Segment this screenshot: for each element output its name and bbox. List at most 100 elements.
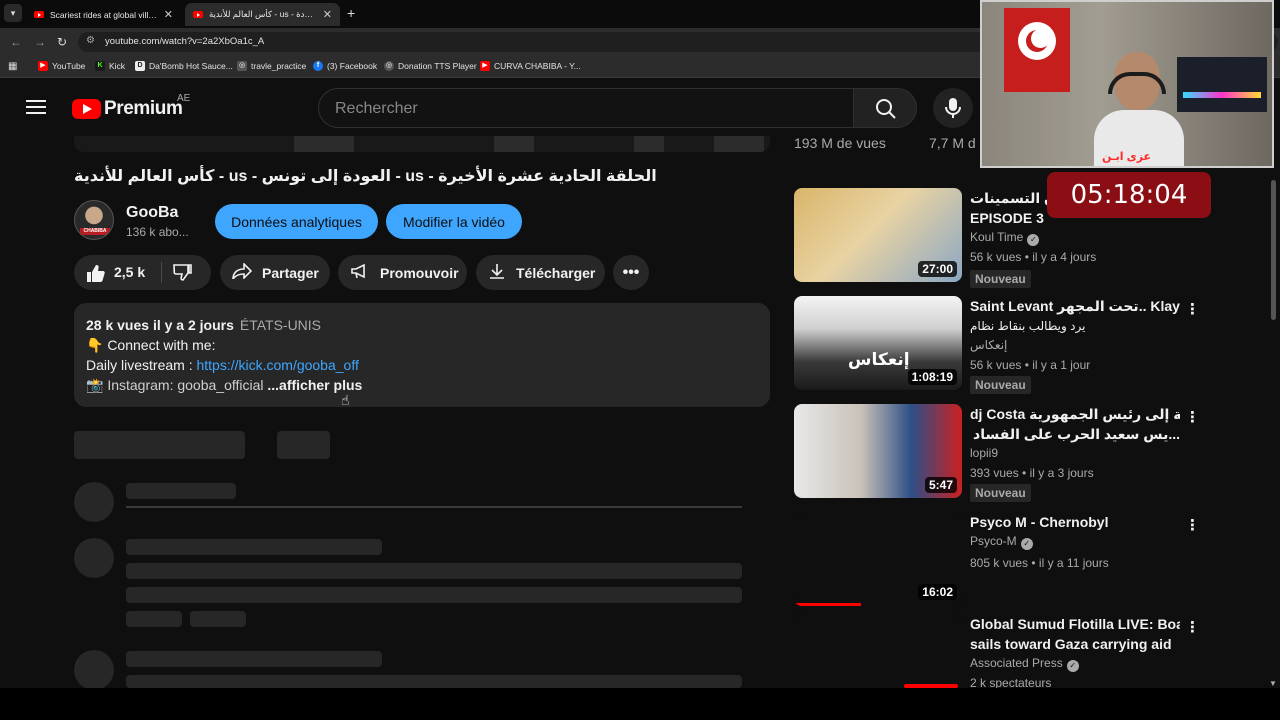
video-title: Saint Levant تحت المجهر.. Klay bbj: [970, 298, 1180, 314]
video-thumbnail[interactable]: 16:02: [794, 512, 962, 606]
search-placeholder: Rechercher: [335, 100, 418, 117]
recommended-video[interactable]: 16:02 Psyco M - Chernobyl Psyco-M ✓ 805 k…: [794, 512, 1200, 612]
youtube-icon: ▶: [38, 61, 48, 71]
new-tab-button[interactable]: +: [347, 5, 355, 21]
rgb-monitor: [1177, 57, 1267, 112]
close-tab-icon[interactable]: ✕: [323, 8, 332, 21]
page-scrollbar[interactable]: ▼: [1268, 180, 1278, 688]
scrollbar-thumb[interactable]: [1271, 180, 1276, 320]
recommended-video[interactable]: إنعكاس 1:08:19 Saint Levant تحت المجهر..…: [794, 296, 1200, 396]
channel-name[interactable]: Koul Time: [970, 230, 1023, 244]
bookmark-label: Kick: [109, 61, 126, 71]
browser-tab[interactable]: Scariest rides at global village - ✕: [26, 3, 181, 26]
video-stats: 805 k vues • il y a 11 jours: [970, 556, 1109, 570]
avatar-tag-text: CHABIBA: [80, 228, 110, 235]
youtube-play-icon: [72, 99, 101, 119]
youtube-favicon-icon: [193, 11, 203, 18]
bottom-black-bar: [0, 688, 1280, 720]
recommended-video[interactable]: 5:47 dj Costa يوجه رسالة إلى رئيس الجمهو…: [794, 404, 1200, 504]
dislike-button[interactable]: [172, 263, 192, 286]
bookmark-kick[interactable]: K Kick: [95, 61, 125, 71]
channel-name[interactable]: Psyco-M: [970, 534, 1017, 548]
download-icon: [488, 263, 506, 283]
previous-video-views: 7,7 M d: [929, 135, 976, 151]
search-button[interactable]: [853, 88, 917, 128]
bookmark-donation[interactable]: ◎ Donation TTS Player: [384, 61, 477, 71]
video-stats: 56 k vues • il y a 1 jour: [970, 358, 1091, 372]
more-vertical-icon[interactable]: ⋮: [1185, 618, 1200, 636]
region-code: AE: [177, 93, 191, 104]
video-thumbnail[interactable]: 27:00: [794, 188, 962, 282]
tab-search-button[interactable]: ▾: [4, 4, 22, 22]
forward-arrow-icon[interactable]: →: [34, 35, 46, 49]
bookmark-travle[interactable]: ◎ travle_practice: [237, 61, 306, 71]
bookmark-dabomb[interactable]: D Da'Bomb Hot Sauce...: [135, 61, 233, 71]
bookmark-youtube[interactable]: ▶ YouTube: [38, 61, 85, 71]
verified-icon: ✓: [1020, 538, 1033, 550]
voice-search-button[interactable]: [933, 88, 973, 128]
share-button[interactable]: Partager: [220, 255, 330, 290]
more-vertical-icon[interactable]: ⋮: [1185, 408, 1200, 426]
show-more-button[interactable]: ...afficher plus: [267, 377, 362, 393]
new-badge: Nouveau: [970, 270, 1031, 288]
webcam-caption: عزى ابـ‍ن: [1102, 151, 1152, 163]
skeleton-avatar: [74, 482, 114, 522]
description-line: Daily livestream : https://kick.com/goob…: [86, 357, 359, 373]
channel-name[interactable]: GooBa: [126, 204, 178, 222]
video-thumbnail[interactable]: إنعكاس 1:08:19: [794, 296, 962, 390]
video-title: الحلقة الحادية عشرة الأخيرة - us - العود…: [74, 168, 657, 185]
instagram-label: 📸 Instagram: gooba_official: [86, 377, 268, 393]
download-button[interactable]: Télécharger: [476, 255, 605, 290]
back-arrow-icon[interactable]: ←: [10, 35, 22, 49]
video-thumbnail[interactable]: 5:47: [794, 404, 962, 498]
video-title: ...يس سعيد الحرب على الفساد تبدأ بحماية …: [970, 426, 1180, 442]
promote-label: Promouvoir: [380, 264, 459, 281]
channel-avatar[interactable]: CHABIBA: [74, 200, 114, 240]
channel-name[interactable]: إنعكاس: [970, 338, 1180, 352]
tunisia-flag: [1004, 8, 1070, 92]
close-tab-icon[interactable]: ✕: [164, 8, 173, 21]
page-icon: D: [135, 61, 145, 71]
promote-button[interactable]: Promouvoir: [338, 255, 467, 290]
apps-grid-icon[interactable]: ▦: [8, 61, 17, 72]
globe-icon: ◎: [237, 61, 247, 71]
tab-title: Scariest rides at global village -: [50, 9, 158, 20]
country-tag[interactable]: ÉTATS-UNIS: [240, 317, 321, 333]
bookmark-label: YouTube: [52, 61, 86, 71]
download-label: Télécharger: [516, 264, 596, 281]
browser-tab-active[interactable]: كأس العالم للأندية - us - العودة || ✕: [185, 3, 340, 26]
stream-timer: 05:18:04: [1047, 172, 1211, 218]
description-box[interactable]: 28 k vues il y a 2 jours ÉTATS-UNIS 👇 Con…: [74, 303, 770, 407]
video-info: Psyco M - Chernobyl Psyco-M ✓ 805 k vues …: [970, 512, 1180, 570]
menu-icon[interactable]: [26, 100, 46, 114]
skeleton-placeholder: [74, 431, 245, 459]
video-info: Global Sumud Flotilla LIVE: Boat sails t…: [970, 614, 1180, 690]
webcam-overlay: عزى ابـ‍ن: [980, 0, 1274, 168]
site-info-icon[interactable]: ⚙: [86, 35, 95, 46]
bookmark-facebook[interactable]: f (3) Facebook: [313, 61, 377, 71]
bookmark-label: CURVA CHABIBA - Y...: [494, 61, 581, 71]
share-label: Partager: [262, 264, 319, 281]
search-input[interactable]: Rechercher: [318, 88, 854, 128]
more-actions-button[interactable]: •••: [613, 255, 649, 290]
kick-link[interactable]: https://kick.com/gooba_off: [196, 357, 358, 373]
like-button[interactable]: [85, 263, 105, 286]
bookmark-curva[interactable]: ▶ CURVA CHABIBA - Y...: [480, 61, 581, 71]
video-duration: 5:47: [924, 477, 957, 493]
megaphone-icon: [350, 263, 370, 283]
video-player-bottom-edge[interactable]: [74, 136, 770, 152]
channel-name[interactable]: lopii9: [970, 446, 1180, 460]
reload-icon[interactable]: ↻: [57, 35, 67, 49]
edit-video-button[interactable]: Modifier la vidéo: [386, 204, 522, 239]
channel-name[interactable]: Associated Press: [970, 656, 1063, 670]
youtube-premium-logo[interactable]: Premium: [72, 98, 183, 120]
previous-video-views: 193 M de vues: [794, 135, 886, 151]
scroll-down-arrow-icon[interactable]: ▼: [1269, 679, 1277, 688]
video-title: يرد ويطالب بنقاط نظام: [970, 319, 1086, 333]
more-vertical-icon[interactable]: ⋮: [1185, 516, 1200, 534]
url-text: youtube.com/watch?v=2a2XbOa1c_A: [105, 36, 265, 47]
tab-title: كأس العالم للأندية - us - العودة ||: [209, 9, 317, 19]
kick-icon: K: [95, 61, 105, 71]
more-vertical-icon[interactable]: ⋮: [1185, 300, 1200, 318]
analytics-button[interactable]: Données analytiques: [215, 204, 378, 239]
